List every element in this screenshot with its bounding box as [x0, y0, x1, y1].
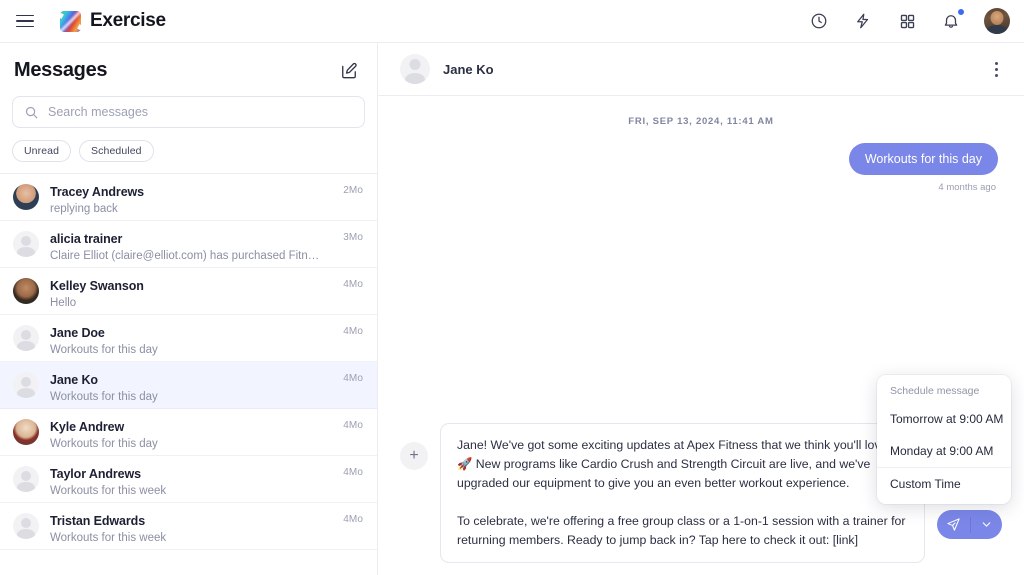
filter-chips: Unread Scheduled — [0, 128, 377, 173]
conversation-item[interactable]: Tracey Andrews replying back 2Mo — [0, 174, 377, 221]
app-logo-icon — [60, 11, 81, 32]
conversation-item[interactable]: alicia trainer Claire Elliot (claire@ell… — [0, 221, 377, 268]
body-row: Messages Unread Schedule — [0, 43, 1024, 575]
conversation-preview: Workouts for this day — [50, 342, 325, 358]
topbar-actions — [808, 8, 1010, 34]
conversation-text: Kelley Swanson Hello — [50, 278, 332, 311]
conversation-time: 4Mo — [343, 513, 363, 525]
conversation-item[interactable]: Jane Doe Workouts for this day 4Mo — [0, 315, 377, 362]
messages-sidebar: Messages Unread Schedule — [0, 43, 378, 575]
conversation-preview: Workouts for this week — [50, 483, 325, 499]
send-button[interactable] — [937, 510, 1002, 539]
conversation-item-selected[interactable]: Jane Ko Workouts for this day 4Mo — [0, 362, 377, 409]
conversation-name: Tracey Andrews — [50, 184, 332, 200]
chip-unread[interactable]: Unread — [12, 140, 71, 162]
chat-header: Jane Ko — [378, 43, 1024, 96]
schedule-message-dropdown[interactable]: Schedule message Tomorrow at 9:00 AM Mon… — [877, 375, 1011, 504]
lightning-icon[interactable] — [852, 10, 874, 32]
conversation-name: Kelley Swanson — [50, 278, 332, 294]
conversation-item[interactable]: Kyle Andrew Workouts for this day 4Mo — [0, 409, 377, 456]
avatar — [13, 278, 39, 304]
notification-badge-dot — [958, 9, 964, 15]
dropdown-item-custom-time[interactable]: Custom Time — [877, 467, 1011, 500]
chat-contact-name: Jane Ko — [443, 62, 973, 77]
avatar — [13, 419, 39, 445]
conversation-name: Tristan Edwards — [50, 513, 332, 529]
conversation-name: Jane Doe — [50, 325, 332, 341]
conversation-text: Taylor Andrews Workouts for this week — [50, 466, 332, 499]
draft-paragraph-1: Jane! We've got some exciting updates at… — [457, 436, 908, 493]
conversation-name: Kyle Andrew — [50, 419, 332, 435]
conversation-preview: Workouts for this day — [50, 389, 325, 405]
conversation-time: 4Mo — [343, 372, 363, 384]
chevron-down-icon[interactable] — [971, 510, 1002, 539]
conversation-text: alicia trainer Claire Elliot (claire@ell… — [50, 231, 332, 264]
conversation-list[interactable]: Tracey Andrews replying back 2Mo alicia … — [0, 173, 377, 575]
bell-icon[interactable] — [940, 10, 962, 32]
conversation-name: Jane Ko — [50, 372, 332, 388]
dropdown-item-monday[interactable]: Monday at 9:00 AM — [877, 435, 1011, 467]
search-wrap — [0, 83, 377, 128]
avatar — [13, 513, 39, 539]
page-title: Messages — [14, 59, 107, 82]
draft-paragraph-2: To celebrate, we're offering a free grou… — [457, 512, 908, 550]
search-icon — [24, 105, 39, 120]
conversation-preview: Hello — [50, 295, 325, 311]
brand-title: Exercise — [90, 10, 166, 32]
brand: Exercise — [60, 10, 166, 32]
conversation-text: Tracey Andrews replying back — [50, 184, 332, 217]
conversation-preview: Workouts for this week — [50, 530, 325, 546]
avatar — [13, 325, 39, 351]
conversation-time: 4Mo — [343, 325, 363, 337]
conversation-text: Jane Ko Workouts for this day — [50, 372, 332, 405]
conversation-item[interactable]: Kelley Swanson Hello 4Mo — [0, 268, 377, 315]
conversation-time: 4Mo — [343, 278, 363, 290]
conversation-time: 4Mo — [343, 419, 363, 431]
conversation-name: Taylor Andrews — [50, 466, 332, 482]
message-input[interactable]: Jane! We've got some exciting updates at… — [440, 423, 925, 563]
kebab-menu-icon[interactable] — [986, 59, 1006, 79]
conversation-time: 3Mo — [343, 231, 363, 243]
message-bubble: Workouts for this day — [849, 143, 998, 175]
send-controls — [937, 510, 1002, 563]
avatar — [13, 372, 39, 398]
app-root: Exercise — [0, 0, 1024, 575]
chip-scheduled[interactable]: Scheduled — [79, 140, 154, 162]
conversation-preview: Claire Elliot (claire@elliot.com) has pu… — [50, 248, 325, 264]
search-box[interactable] — [12, 96, 365, 128]
avatar — [13, 466, 39, 492]
compose-icon[interactable] — [339, 61, 361, 83]
message-timestamp: 4 months ago — [404, 182, 998, 193]
conversation-name: alicia trainer — [50, 231, 332, 247]
chat-contact-avatar — [400, 54, 430, 84]
conversation-item[interactable]: Taylor Andrews Workouts for this week 4M… — [0, 456, 377, 503]
send-paper-plane-icon[interactable] — [937, 510, 970, 539]
search-input[interactable] — [48, 105, 353, 119]
conversation-preview: Workouts for this day — [50, 436, 325, 452]
conversation-text: Jane Doe Workouts for this day — [50, 325, 332, 358]
avatar — [13, 184, 39, 210]
conversation-text: Kyle Andrew Workouts for this day — [50, 419, 332, 452]
conversation-time: 4Mo — [343, 466, 363, 478]
dropdown-header: Schedule message — [877, 385, 1011, 403]
clock-icon[interactable] — [808, 10, 830, 32]
apps-grid-icon[interactable] — [896, 10, 918, 32]
dropdown-item-tomorrow[interactable]: Tomorrow at 9:00 AM — [877, 403, 1011, 435]
sidebar-header: Messages — [0, 43, 377, 83]
conversation-time: 2Mo — [343, 184, 363, 196]
message-thread[interactable]: FRI, SEP 13, 2024, 11:41 AM Workouts for… — [378, 96, 1024, 423]
hamburger-icon[interactable] — [16, 10, 38, 32]
user-avatar[interactable] — [984, 8, 1010, 34]
conversation-text: Tristan Edwards Workouts for this week — [50, 513, 332, 546]
avatar — [13, 231, 39, 257]
date-divider: FRI, SEP 13, 2024, 11:41 AM — [404, 116, 998, 127]
conversation-item[interactable]: Tristan Edwards Workouts for this week 4… — [0, 503, 377, 550]
plus-icon[interactable]: + — [400, 442, 428, 470]
top-bar: Exercise — [0, 0, 1024, 43]
conversation-preview: replying back — [50, 201, 325, 217]
message-row: Workouts for this day — [404, 143, 998, 175]
